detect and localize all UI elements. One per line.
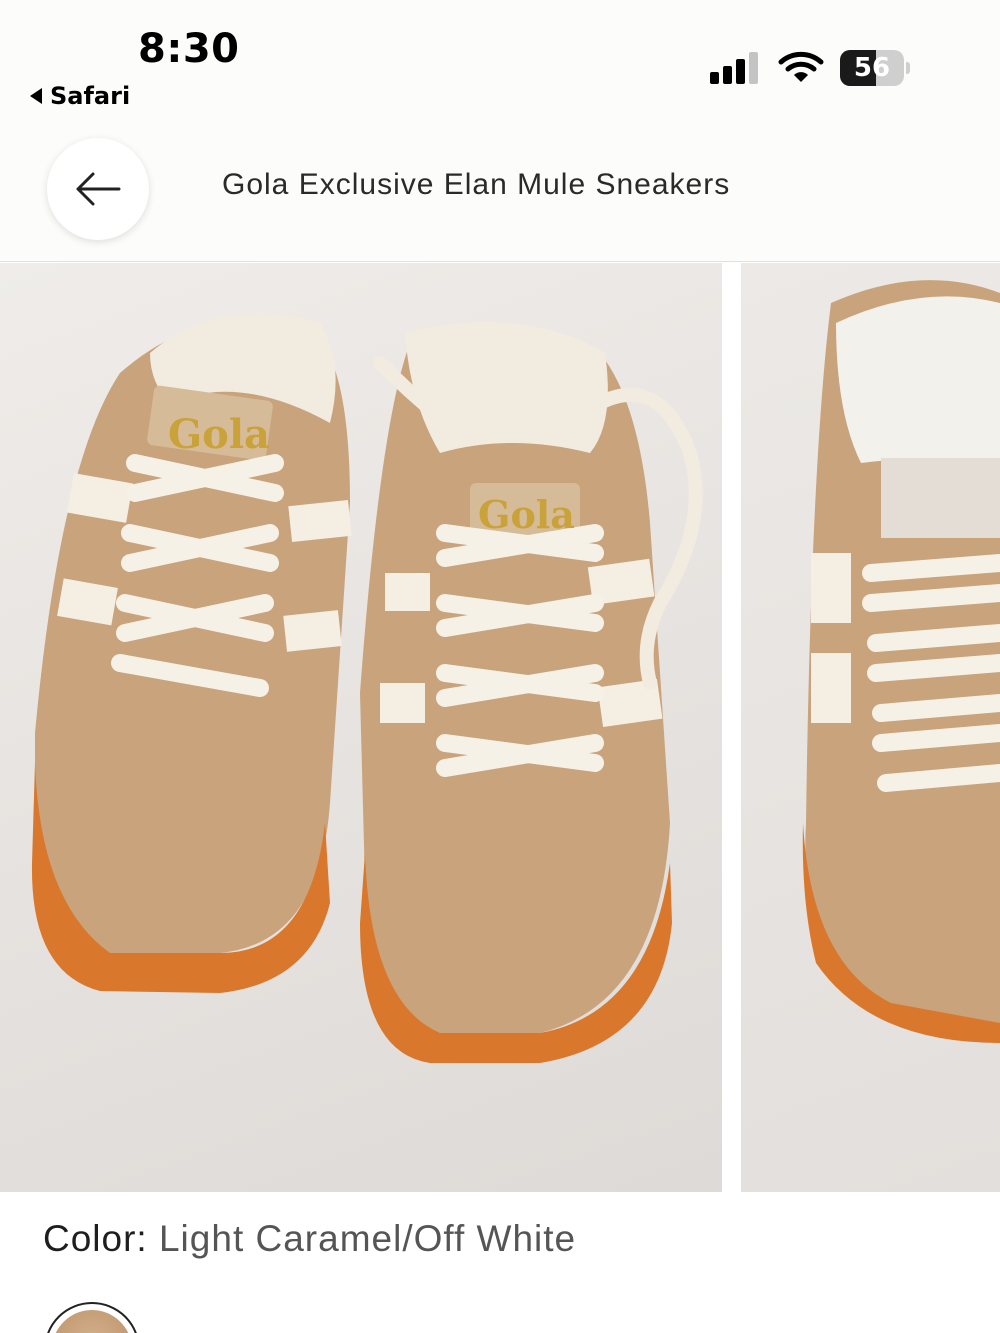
product-image-1[interactable]: Gola Gola (0, 263, 722, 1192)
back-triangle-icon (30, 88, 42, 104)
product-image-gallery[interactable]: Gola Gola (0, 263, 1000, 1193)
left-shoe-brand-text: Gola (168, 411, 270, 458)
status-bar: 8:30 Safari 56 (0, 0, 1000, 120)
cellular-signal-icon (710, 52, 762, 84)
product-image-2[interactable] (741, 263, 1000, 1192)
wifi-icon (778, 50, 824, 84)
color-swatch-light-caramel[interactable] (44, 1302, 140, 1333)
color-label: Color: (43, 1218, 148, 1259)
status-time: 8:30 (138, 26, 240, 72)
right-shoe-brand-text: Gola (478, 492, 575, 537)
right-shoe-illustration (360, 321, 703, 1063)
back-button[interactable] (47, 138, 149, 240)
page-title: Gola Exclusive Elan Mule Sneakers (222, 168, 731, 201)
back-app-label: Safari (50, 82, 131, 110)
page-header: Gola Exclusive Elan Mule Sneakers (0, 120, 1000, 262)
color-value: Light Caramel/Off White (158, 1218, 577, 1259)
back-to-safari-link[interactable]: Safari (30, 82, 130, 110)
arrow-left-icon (76, 172, 121, 206)
battery-level: 56 (853, 53, 891, 83)
battery-icon: 56 (840, 50, 910, 86)
color-selection-label: Color: Light Caramel/Off White (43, 1218, 576, 1260)
